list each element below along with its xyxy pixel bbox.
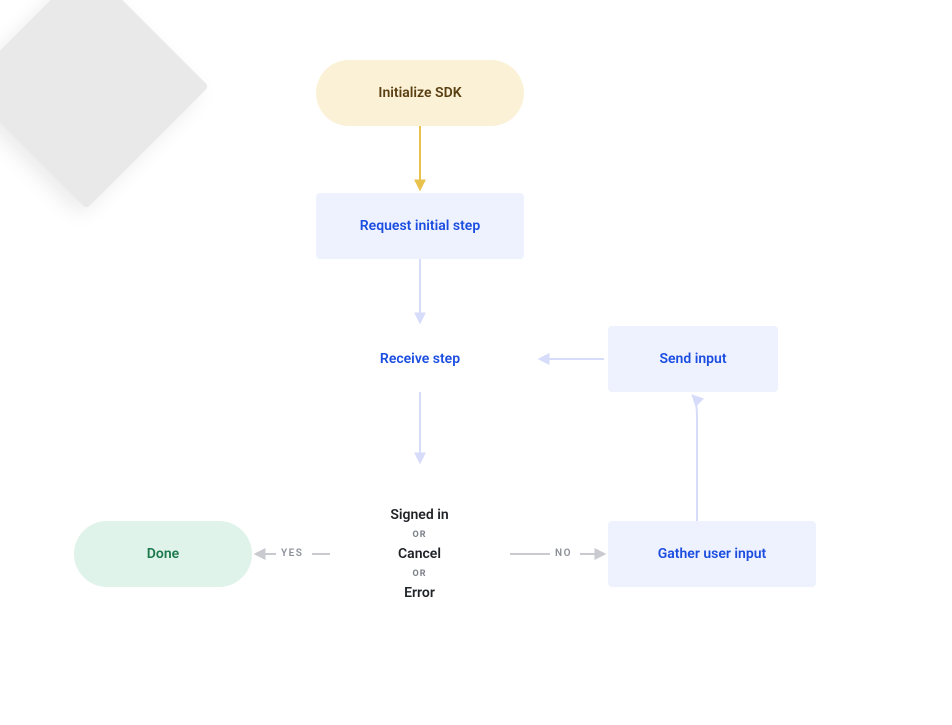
flowchart-canvas: Initialize SDK Request initial step Rece…	[0, 0, 952, 725]
node-label: Receive step	[380, 351, 460, 367]
node-send-input: Send input	[608, 326, 778, 392]
node-label: Gather user input	[658, 546, 767, 562]
edge-label-yes: YES	[281, 548, 303, 559]
decision-option-cancel: Cancel	[398, 541, 441, 568]
node-request-initial-step: Request initial step	[316, 193, 524, 259]
node-label: Initialize SDK	[378, 85, 461, 101]
edge-label-no: NO	[555, 548, 572, 559]
node-decision-diamond	[0, 0, 209, 209]
node-receive-step: Receive step	[316, 326, 524, 392]
node-label: Request initial step	[360, 218, 480, 234]
decision-option-error: Error	[404, 580, 435, 607]
decision-separator: OR	[413, 529, 427, 542]
node-initialize-sdk: Initialize SDK	[316, 60, 524, 126]
node-decision-content: Signed in OR Cancel OR Error	[333, 468, 506, 641]
node-done: Done	[74, 521, 252, 587]
node-gather-user-input: Gather user input	[608, 521, 816, 587]
node-label: Send input	[659, 351, 726, 367]
decision-separator: OR	[413, 568, 427, 581]
node-label: Done	[147, 546, 179, 562]
decision-option-signed-in: Signed in	[390, 502, 448, 529]
